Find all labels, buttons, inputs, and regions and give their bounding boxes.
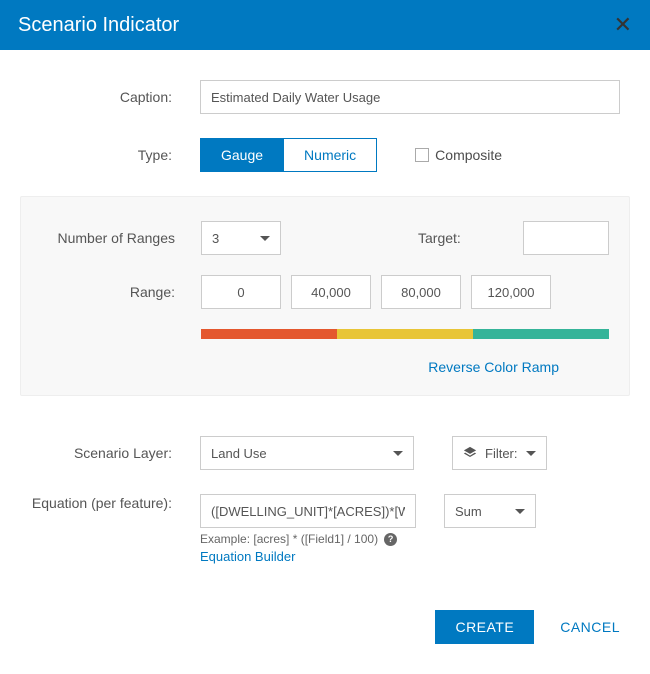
checkbox-icon <box>415 148 429 162</box>
scenario-layer-label: Scenario Layer: <box>20 445 200 461</box>
caption-label: Caption: <box>20 89 200 105</box>
chevron-down-icon <box>526 451 536 456</box>
dialog-title: Scenario Indicator <box>18 14 179 37</box>
reverse-ramp-link[interactable]: Reverse Color Ramp <box>428 359 559 375</box>
ramp-segment-red <box>201 329 337 339</box>
equation-builder-link[interactable]: Equation Builder <box>200 549 295 564</box>
dialog-footer: CREATE CANCEL <box>0 590 650 674</box>
target-input[interactable] <box>523 221 609 255</box>
dialog-body: Caption: Type: Gauge Numeric Composite N… <box>0 50 650 590</box>
close-icon[interactable]: ✕ <box>614 14 632 36</box>
cancel-button[interactable]: CANCEL <box>560 619 620 635</box>
equation-input[interactable] <box>200 494 416 528</box>
ranges-panel: Number of Ranges 3 Target: Range: <box>20 196 630 396</box>
num-ranges-row: Number of Ranges 3 Target: <box>41 221 609 255</box>
equation-row: Equation (per feature): Sum Example: [ac… <box>20 494 630 564</box>
scenario-layer-select[interactable]: Land Use <box>200 436 414 470</box>
range-input-2[interactable] <box>381 275 461 309</box>
type-toggle-group: Gauge Numeric <box>200 138 377 172</box>
num-ranges-select[interactable]: 3 <box>201 221 281 255</box>
scenario-layer-row: Scenario Layer: Land Use Filter: <box>20 436 630 470</box>
ramp-segment-green <box>473 329 609 339</box>
scenario-indicator-dialog: Scenario Indicator ✕ Caption: Type: Gaug… <box>0 0 650 674</box>
aggregation-select[interactable]: Sum <box>444 494 536 528</box>
range-input-1[interactable] <box>291 275 371 309</box>
num-ranges-label: Number of Ranges <box>41 230 201 246</box>
range-input-0[interactable] <box>201 275 281 309</box>
create-button[interactable]: CREATE <box>435 610 534 644</box>
target-label: Target: <box>418 230 523 246</box>
filter-button[interactable]: Filter: <box>452 436 547 470</box>
num-ranges-value: 3 <box>212 231 219 246</box>
chevron-down-icon <box>393 451 403 456</box>
range-label: Range: <box>41 284 201 300</box>
reverse-ramp-row: Reverse Color Ramp <box>41 359 609 375</box>
composite-checkbox[interactable]: Composite <box>415 147 502 163</box>
layers-icon <box>463 446 477 460</box>
chevron-down-icon <box>260 236 270 241</box>
equation-label: Equation (per feature): <box>20 494 200 512</box>
equation-hint-text: Example: [acres] * ([Field1] / 100) <box>200 532 378 546</box>
aggregation-value: Sum <box>455 504 482 519</box>
dialog-header: Scenario Indicator ✕ <box>0 0 650 50</box>
type-gauge-button[interactable]: Gauge <box>200 138 283 172</box>
equation-hint: Example: [acres] * ([Field1] / 100) ? <box>200 532 397 546</box>
chevron-down-icon <box>515 509 525 514</box>
type-row: Type: Gauge Numeric Composite <box>20 138 630 172</box>
ramp-segment-yellow <box>337 329 473 339</box>
range-input-3[interactable] <box>471 275 551 309</box>
caption-row: Caption: <box>20 80 630 114</box>
color-ramp <box>201 329 609 339</box>
caption-input[interactable] <box>200 80 620 114</box>
filter-label: Filter: <box>485 446 518 461</box>
help-icon[interactable]: ? <box>384 533 397 546</box>
composite-label: Composite <box>435 147 502 163</box>
type-numeric-button[interactable]: Numeric <box>283 138 377 172</box>
scenario-layer-value: Land Use <box>211 446 267 461</box>
type-label: Type: <box>20 147 200 163</box>
range-values-row: Range: <box>41 275 609 309</box>
